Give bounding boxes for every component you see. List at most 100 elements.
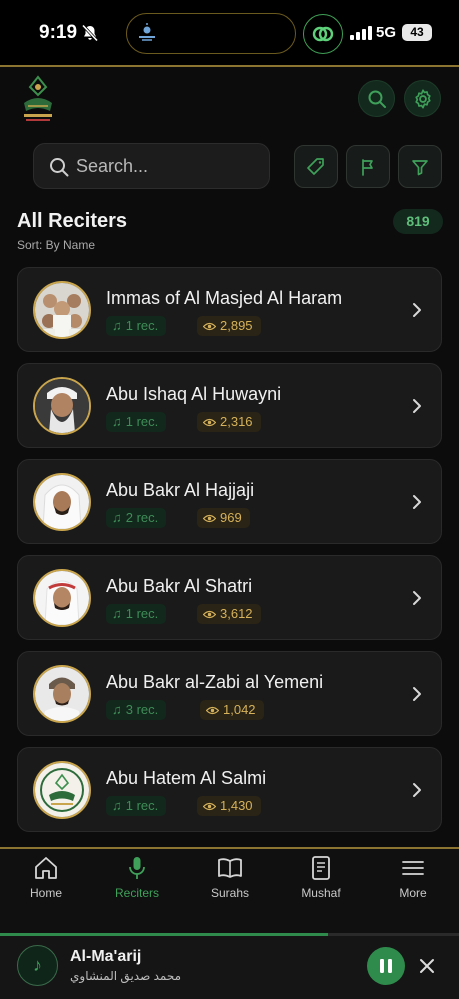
open-book-icon [218, 858, 242, 878]
music-note-icon: ♫ [112, 318, 122, 333]
reciter-name: Abu Ishaq Al Huwayni [106, 384, 282, 404]
search-box[interactable] [33, 143, 270, 189]
nav-mushaf[interactable]: Mushaf [281, 855, 361, 905]
recordings-count: 1 rec. [125, 798, 159, 813]
funnel-filter-button[interactable] [398, 145, 442, 188]
tag-filter-button[interactable] [294, 145, 338, 188]
reciter-list: Immas of Al Masjed Al Haram ♫ 1 rec. 2,8… [17, 267, 442, 843]
eye-icon [203, 610, 216, 618]
reciter-card[interactable]: Immas of Al Masjed Al Haram ♫ 1 rec. 2,8… [17, 267, 442, 352]
sort-label[interactable]: Sort: By Name [17, 238, 95, 252]
pause-icon [380, 959, 392, 973]
reciter-avatar [33, 569, 91, 627]
mushaf-page-icon [312, 856, 330, 880]
reciter-card[interactable]: Abu Bakr al-Zabi al Yemeni ♫ 3 rec. 1,04… [17, 651, 442, 736]
eye-icon [203, 802, 216, 810]
playback-progress-fill [0, 933, 329, 936]
player-title: Al-Ma'arij [70, 948, 142, 965]
nav-surahs-label: Surahs [210, 886, 250, 900]
reciter-avatar [33, 761, 91, 819]
header-search-button[interactable] [358, 80, 395, 117]
playback-progress-track[interactable] [0, 933, 459, 936]
reciter-avatar [33, 281, 91, 339]
chevron-right-icon [413, 399, 421, 413]
nav-surahs[interactable]: Surahs [190, 855, 270, 905]
battery-level: 43 [402, 24, 432, 41]
reciter-avatar [33, 473, 91, 531]
recordings-count: 1 rec. [125, 606, 159, 621]
reciter-card[interactable]: Abu Ishaq Al Huwayni ♫ 1 rec. 2,316 [17, 363, 442, 448]
reciter-card[interactable]: Abu Bakr Al Shatri ♫ 1 rec. 3,612 [17, 555, 442, 640]
views-badge: 1,042 [200, 700, 264, 720]
recordings-badge: ♫ 2 rec. [106, 508, 167, 528]
nav-more-label: More [399, 886, 427, 900]
reciter-name: Abu Bakr Al Hajjaji [106, 480, 255, 500]
search-icon [368, 90, 386, 108]
bottom-nav: Home Reciters Surahs Mushaf More [0, 847, 459, 933]
search-input[interactable] [76, 144, 261, 188]
flag-icon [362, 158, 373, 176]
recordings-badge: ♫ 1 rec. [106, 604, 167, 624]
search-icon [50, 158, 69, 177]
eye-icon [206, 706, 219, 714]
reciter-card[interactable]: Abu Bakr Al Hajjaji ♫ 2 rec. 969 [17, 459, 442, 544]
views-count: 2,895 [220, 318, 253, 333]
gear-icon [414, 88, 431, 109]
chevron-right-icon [413, 495, 421, 509]
pause-button[interactable] [367, 947, 405, 985]
status-time: 9:19 [39, 22, 78, 43]
filter-icon [412, 159, 428, 175]
chevron-right-icon [413, 303, 421, 317]
reciter-name: Abu Hatem Al Salmi [106, 768, 267, 788]
music-note-icon: ♪ [33, 955, 42, 975]
views-badge: 2,316 [197, 412, 261, 432]
chevron-right-icon [413, 783, 421, 797]
views-badge: 1,430 [197, 796, 261, 816]
eye-icon [203, 418, 216, 426]
nav-reciters[interactable]: Reciters [97, 855, 177, 905]
music-note-icon: ♫ [112, 414, 122, 429]
flag-filter-button[interactable] [346, 145, 390, 188]
recordings-badge: ♫ 1 rec. [106, 316, 167, 336]
recordings-count: 2 rec. [125, 510, 159, 525]
music-note-icon: ♫ [112, 606, 122, 621]
views-badge: 969 [197, 508, 250, 528]
eye-icon [203, 514, 216, 522]
reciter-name: Abu Bakr al-Zabi al Yemeni [106, 672, 324, 692]
chevron-right-icon [413, 591, 421, 605]
header-settings-button[interactable] [404, 80, 441, 117]
reciter-count-badge: 819 [393, 209, 443, 234]
signal-icon [350, 26, 372, 40]
views-count: 1,042 [223, 702, 256, 717]
reciter-card[interactable]: Abu Hatem Al Salmi ♫ 1 rec. 1,430 [17, 747, 442, 832]
reciter-name: Abu Bakr Al Shatri [106, 576, 253, 596]
player-artwork: ♪ [17, 945, 58, 986]
reciter-avatar [33, 377, 91, 435]
reciter-name: Immas of Al Masjed Al Haram [106, 288, 343, 308]
close-icon[interactable] [417, 956, 437, 976]
recordings-badge: ♫ 1 rec. [106, 412, 167, 432]
recordings-count: 3 rec. [125, 702, 159, 717]
nav-home-label: Home [29, 886, 62, 900]
music-note-icon: ♫ [112, 510, 122, 525]
tag-icon [307, 157, 324, 175]
views-count: 2,316 [220, 414, 253, 429]
views-badge: 3,612 [197, 604, 261, 624]
home-icon [35, 857, 57, 879]
nav-home[interactable]: Home [6, 855, 86, 905]
mini-player[interactable]: ♪ Al-Ma'arij محمد صديق المنشاوي [0, 933, 459, 999]
views-badge: 2,895 [197, 316, 261, 336]
views-count: 969 [220, 510, 242, 525]
music-note-icon: ♫ [112, 702, 122, 717]
recordings-badge: ♫ 3 rec. [106, 700, 167, 720]
views-count: 3,612 [220, 606, 253, 621]
nav-more[interactable]: More [373, 855, 453, 905]
bell-muted-icon [82, 24, 98, 42]
link-activity-icon[interactable] [303, 14, 343, 54]
nav-reciters-label: Reciters [114, 886, 159, 900]
network-type: 5G [376, 24, 397, 41]
chevron-right-icon [413, 687, 421, 701]
recordings-count: 1 rec. [125, 414, 159, 429]
app-logo-icon[interactable] [20, 73, 56, 125]
eye-icon [203, 322, 216, 330]
